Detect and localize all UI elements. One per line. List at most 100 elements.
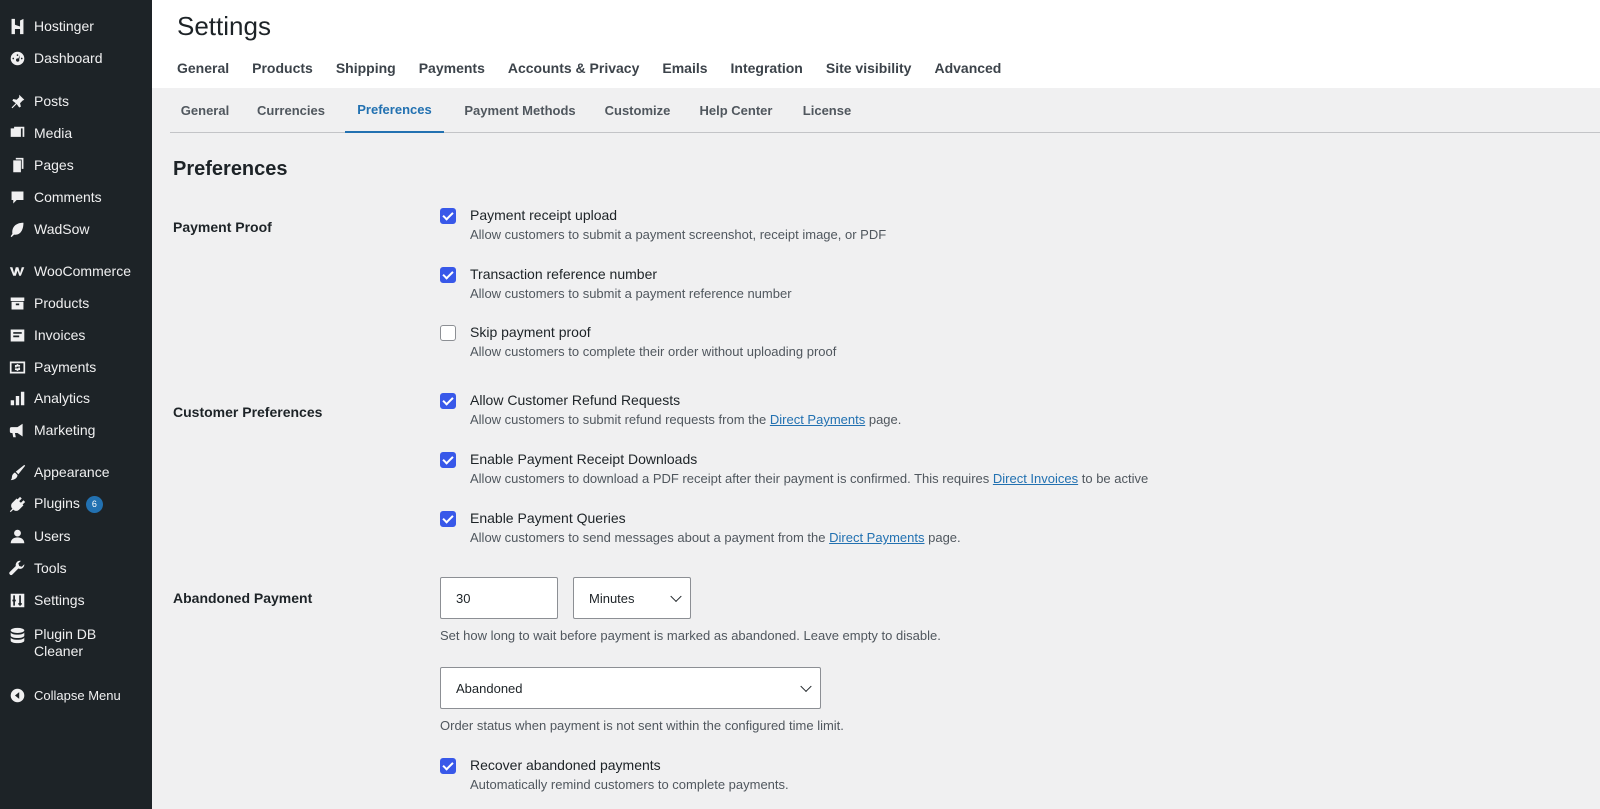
subtab-payment-methods[interactable]: Payment Methods bbox=[455, 88, 585, 133]
bar-chart-icon bbox=[8, 389, 26, 407]
payment-receipt-upload-checkbox[interactable] bbox=[440, 208, 456, 224]
sidebar-item-wadsow[interactable]: WadSow bbox=[0, 215, 152, 243]
sidebar-item-woocommerce[interactable]: WooCommerce bbox=[0, 257, 152, 285]
tab-integration[interactable]: Integration bbox=[731, 60, 803, 76]
direct-invoices-link[interactable]: Direct Invoices bbox=[993, 471, 1078, 486]
sidebar-item-label: Pages bbox=[34, 156, 74, 173]
pin-icon bbox=[8, 92, 26, 110]
tab-payments[interactable]: Payments bbox=[419, 60, 485, 76]
media-icon bbox=[8, 124, 26, 142]
tab-general[interactable]: General bbox=[177, 60, 229, 76]
sidebar-item-label: Analytics bbox=[34, 389, 91, 406]
tab-emails[interactable]: Emails bbox=[662, 60, 707, 76]
main-tabs: General Products Shipping Payments Accou… bbox=[177, 60, 1001, 76]
sidebar-item-plugin-db-cleaner[interactable]: Plugin DB Cleaner bbox=[0, 626, 152, 660]
sidebar-item-posts[interactable]: Posts bbox=[0, 87, 152, 115]
sidebar-item-marketing[interactable]: Marketing bbox=[0, 416, 152, 444]
abandon-wait-input[interactable]: 30 bbox=[440, 577, 558, 619]
sidebar-item-users[interactable]: Users bbox=[0, 522, 152, 550]
invoice-icon bbox=[8, 326, 26, 344]
settings-header: Settings General Products Shipping Payme… bbox=[152, 0, 1600, 88]
tab-accounts-privacy[interactable]: Accounts & Privacy bbox=[508, 60, 640, 76]
abandon-unit-select[interactable]: Minutes bbox=[573, 577, 691, 619]
abandon-status-select[interactable]: Abandoned bbox=[440, 667, 821, 709]
sidebar-item-label: Comments bbox=[34, 188, 102, 205]
selected-value: Minutes bbox=[589, 590, 635, 606]
pages-icon bbox=[8, 156, 26, 174]
subtab-preferences[interactable]: Preferences bbox=[345, 88, 444, 133]
option-title: Transaction reference number bbox=[470, 266, 658, 282]
option-title: Allow Customer Refund Requests bbox=[470, 392, 681, 408]
sidebar-item-label: Hostinger bbox=[34, 17, 94, 34]
sidebar-item-products[interactable]: Products bbox=[0, 289, 152, 317]
section-title: Preferences bbox=[173, 158, 288, 180]
collapse-icon bbox=[8, 686, 26, 704]
sidebar-item-settings[interactable]: Settings bbox=[0, 586, 152, 614]
sidebar-item-plugins[interactable]: Plugins 6 bbox=[0, 490, 152, 518]
receipt-downloads-checkbox[interactable] bbox=[440, 452, 456, 468]
tab-advanced[interactable]: Advanced bbox=[934, 60, 1001, 76]
tab-products[interactable]: Products bbox=[252, 60, 313, 76]
option-title: Enable Payment Queries bbox=[470, 510, 626, 526]
sidebar-item-label: Appearance bbox=[34, 463, 110, 480]
megaphone-icon bbox=[8, 421, 26, 439]
sidebar-item-media[interactable]: Media bbox=[0, 119, 152, 147]
comment-icon bbox=[8, 188, 26, 206]
sidebar-item-label: Tools bbox=[34, 559, 67, 576]
hostinger-icon bbox=[8, 17, 26, 35]
sidebar-item-pages[interactable]: Pages bbox=[0, 151, 152, 179]
sidebar-item-label: Posts bbox=[34, 92, 70, 109]
transaction-reference-checkbox[interactable] bbox=[440, 267, 456, 283]
wrench-icon bbox=[8, 559, 26, 577]
sidebar-item-label: Plugin DB Cleaner bbox=[34, 626, 97, 659]
sidebar-item-tools[interactable]: Tools bbox=[0, 554, 152, 582]
subtab-license[interactable]: License bbox=[792, 88, 862, 133]
direct-payments-link[interactable]: Direct Payments bbox=[770, 412, 865, 427]
abandon-status-help: Order status when payment is not sent wi… bbox=[440, 718, 844, 733]
tab-site-visibility[interactable]: Site visibility bbox=[826, 60, 912, 76]
admin-sidebar: Hostinger Dashboard Posts Media Pages Co… bbox=[0, 0, 152, 809]
sidebar-item-hostinger[interactable]: Hostinger bbox=[0, 12, 152, 40]
subtab-general[interactable]: General bbox=[170, 88, 240, 133]
payment-queries-checkbox[interactable] bbox=[440, 511, 456, 527]
sidebar-item-label: Users bbox=[34, 527, 71, 544]
archive-icon bbox=[8, 294, 26, 312]
abandoned-payment-label: Abandoned Payment bbox=[173, 590, 313, 606]
sidebar-item-payments[interactable]: Payments bbox=[0, 353, 152, 381]
subtab-help-center[interactable]: Help Center bbox=[688, 88, 784, 133]
option-description: Allow customers to complete their order … bbox=[470, 344, 837, 359]
sidebar-item-label: Plugins 6 bbox=[34, 495, 103, 513]
sidebar-item-analytics[interactable]: Analytics bbox=[0, 384, 152, 412]
sidebar-item-invoices[interactable]: Invoices bbox=[0, 321, 152, 349]
plug-icon bbox=[8, 495, 26, 513]
option-description: Allow customers to send messages about a… bbox=[470, 530, 961, 545]
option-description: Allow customers to submit refund request… bbox=[470, 412, 902, 427]
refund-requests-checkbox[interactable] bbox=[440, 393, 456, 409]
option-title: Skip payment proof bbox=[470, 324, 591, 340]
sidebar-item-label: Collapse Menu bbox=[34, 687, 121, 703]
option-description: Allow customers to submit a payment refe… bbox=[470, 286, 792, 301]
collapse-menu-button[interactable]: Collapse Menu bbox=[0, 681, 152, 709]
sidebar-item-label: WadSow bbox=[34, 220, 90, 237]
subtab-currencies[interactable]: Currencies bbox=[246, 88, 336, 133]
option-description: Allow customers to download a PDF receip… bbox=[470, 471, 1149, 486]
sidebar-item-appearance[interactable]: Appearance bbox=[0, 458, 152, 486]
abandon-wait-help: Set how long to wait before payment is m… bbox=[440, 628, 941, 643]
woo-icon bbox=[8, 262, 26, 280]
page-title: Settings bbox=[177, 11, 271, 41]
update-count-badge: 6 bbox=[85, 495, 103, 513]
sidebar-item-dashboard[interactable]: Dashboard bbox=[0, 44, 152, 72]
sidebar-item-label: Media bbox=[34, 124, 73, 141]
sidebar-item-label: Invoices bbox=[34, 326, 86, 343]
dollar-icon bbox=[8, 358, 26, 376]
settings-icon bbox=[8, 591, 26, 609]
option-description: Allow customers to submit a payment scre… bbox=[470, 227, 887, 242]
subtab-customize[interactable]: Customize bbox=[595, 88, 680, 133]
selected-value: Abandoned bbox=[456, 680, 523, 696]
sidebar-item-comments[interactable]: Comments bbox=[0, 183, 152, 211]
dashboard-icon bbox=[8, 49, 26, 67]
recover-abandoned-checkbox[interactable] bbox=[440, 758, 456, 774]
skip-payment-proof-checkbox[interactable] bbox=[440, 325, 456, 341]
tab-shipping[interactable]: Shipping bbox=[336, 60, 396, 76]
direct-payments-link[interactable]: Direct Payments bbox=[829, 530, 924, 545]
